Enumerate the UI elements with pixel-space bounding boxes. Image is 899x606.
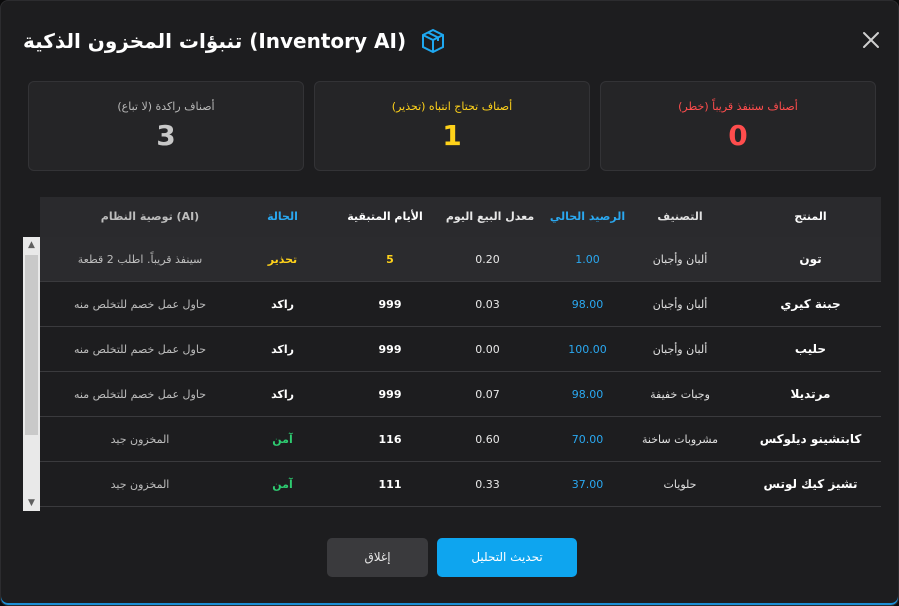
cell-daily-rate: 0.00 [475, 343, 500, 356]
cell-category: ألبان وأجبان [652, 253, 708, 266]
cell-status: راكد [271, 388, 294, 401]
table-row[interactable]: حليب ألبان وأجبان 100.00 0.00 999 راكد ح… [40, 327, 881, 372]
cell-balance: 37.00 [571, 478, 604, 491]
cell-balance: 1.00 [575, 253, 600, 266]
table-row[interactable]: كابتشينو ديلوكس مشروبات ساخنة 70.00 0.60… [40, 417, 881, 462]
card-warning-label: أصناف تحتاج انتباه (تحذير) [391, 100, 513, 113]
cell-days-left: 999 [378, 298, 402, 311]
cell-status: راكد [271, 298, 294, 311]
cell-recommendation: حاول عمل خصم للتخلص منه [74, 298, 206, 311]
cell-category: ألبان وأجبان [652, 298, 708, 311]
cell-days-left: 999 [378, 343, 402, 356]
cell-days-left: 5 [386, 253, 394, 266]
cell-status: راكد [271, 343, 294, 356]
card-stagnant: أصناف راكدة (لا تباع) 3 [28, 81, 304, 171]
cell-balance: 100.00 [568, 343, 607, 356]
table-row[interactable]: تون ألبان وأجبان 1.00 0.20 5 تحذير سينفذ… [40, 237, 881, 282]
cell-category: ألبان وأجبان [652, 343, 708, 356]
cell-product: مرتديلا [790, 387, 831, 401]
cell-daily-rate: 0.20 [475, 253, 500, 266]
cell-product: تون [799, 252, 822, 266]
card-danger-label: أصناف ستنفذ قريباً (خطر) [678, 100, 798, 113]
table-row[interactable]: جبنة كيري ألبان وأجبان 98.00 0.03 999 را… [40, 282, 881, 327]
header-days-left[interactable]: الأيام المتبقية [330, 197, 440, 237]
inventory-ai-dialog: تنبؤات المخزون الذكية (Inventory AI) أصن… [0, 0, 899, 606]
cell-recommendation: سينفذ قريباً. اطلب 2 قطعة [77, 253, 203, 266]
cell-daily-rate: 0.33 [475, 478, 500, 491]
cell-product: كابتشينو ديلوكس [759, 432, 862, 446]
table-row[interactable]: تشيز كيك لوتس حلويات 37.00 0.33 111 آمن … [40, 462, 881, 507]
card-warning-value: 1 [442, 119, 462, 152]
cell-recommendation: حاول عمل خصم للتخلص منه [74, 343, 206, 356]
table-row[interactable]: مرتديلا وجبات خفيفة 98.00 0.07 999 راكد … [40, 372, 881, 417]
cell-days-left: 111 [378, 478, 402, 491]
header-daily-rate[interactable]: معدل البيع اليوم [435, 197, 545, 237]
cell-recommendation: المخزون جيد [110, 478, 170, 491]
cell-balance: 98.00 [571, 298, 604, 311]
cell-category: مشروبات ساخنة [642, 433, 718, 446]
package-box-icon [418, 26, 448, 56]
refresh-analysis-button[interactable]: تحديث التحليل [437, 538, 577, 577]
summary-cards: أصناف ستنفذ قريباً (خطر) 0 أصناف تحتاج ا… [28, 81, 876, 171]
title-wrap: تنبؤات المخزون الذكية (Inventory AI) [23, 25, 448, 57]
cell-days-left: 116 [378, 433, 402, 446]
card-stagnant-label: أصناف راكدة (لا تباع) [117, 100, 215, 113]
cell-recommendation: المخزون جيد [110, 433, 170, 446]
header-product[interactable]: المنتج [740, 197, 881, 237]
dialog-title: تنبؤات المخزون الذكية (Inventory AI) [23, 29, 407, 53]
header-category[interactable]: التصنيف [620, 197, 740, 237]
cell-days-left: 999 [378, 388, 402, 401]
cell-balance: 70.00 [571, 433, 604, 446]
forecast-table: المنتج التصنيف الرصيد الحالي معدل البيع … [23, 197, 881, 511]
card-danger: أصناف ستنفذ قريباً (خطر) 0 [600, 81, 876, 171]
cell-daily-rate: 0.03 [475, 298, 500, 311]
card-danger-value: 0 [728, 119, 748, 152]
scrollbar-thumb[interactable] [25, 255, 38, 435]
cell-status: آمن [272, 433, 293, 446]
scroll-up-icon[interactable]: ▲ [23, 237, 40, 253]
cell-daily-rate: 0.07 [475, 388, 500, 401]
header-recommendation[interactable]: توصية النظام (AI) [60, 197, 240, 237]
dialog-header: تنبؤات المخزون الذكية (Inventory AI) [1, 1, 899, 81]
card-stagnant-value: 3 [156, 119, 176, 152]
header-status[interactable]: الحالة [240, 197, 325, 237]
cell-product: تشيز كيك لوتس [763, 477, 858, 491]
cell-balance: 98.00 [571, 388, 604, 401]
table-row-partial [40, 507, 881, 511]
close-icon[interactable] [860, 29, 882, 51]
cell-recommendation: حاول عمل خصم للتخلص منه [74, 388, 206, 401]
cell-category: حلويات [663, 478, 697, 491]
card-warning: أصناف تحتاج انتباه (تحذير) 1 [314, 81, 590, 171]
cell-status: آمن [272, 478, 293, 491]
table-scrollbar[interactable]: ▲ ▼ [23, 237, 40, 511]
scroll-down-icon[interactable]: ▼ [23, 495, 40, 511]
cell-daily-rate: 0.60 [475, 433, 500, 446]
cell-product: حليب [794, 342, 827, 356]
cell-category: وجبات خفيفة [650, 388, 710, 401]
table-header: المنتج التصنيف الرصيد الحالي معدل البيع … [23, 197, 881, 237]
cell-product: جبنة كيري [780, 297, 841, 311]
scroll-corner [23, 197, 40, 237]
close-button[interactable]: إغلاق [327, 538, 428, 577]
cell-status: تحذير [267, 253, 298, 266]
header-balance[interactable]: الرصيد الحالي [545, 197, 630, 237]
